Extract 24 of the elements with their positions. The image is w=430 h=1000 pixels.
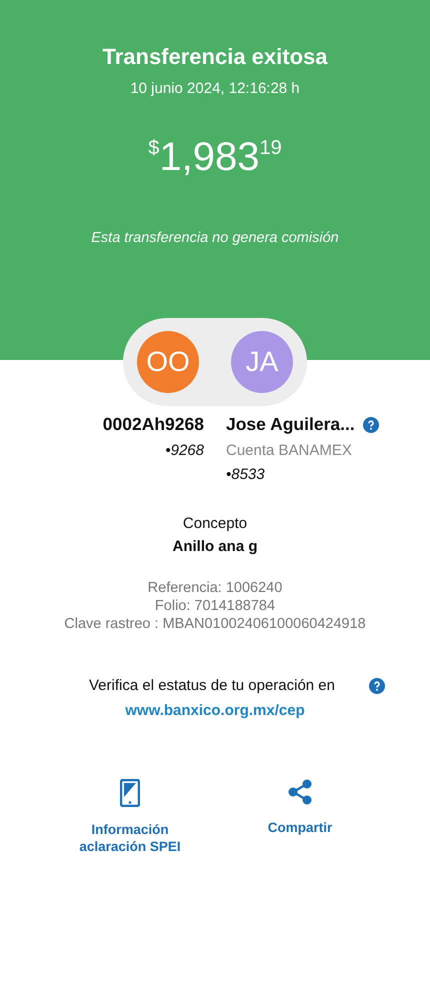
avatar: OO [137, 331, 199, 393]
account-name: Jose Aguilera... [226, 414, 355, 435]
detail-text: Folio: 7014188784 [154, 597, 276, 615]
concept-value: Anillo ana g [171, 538, 258, 555]
banxico-link[interactable]: www.banxico.org.mx/cep [125, 702, 305, 719]
amount-text: $^{$}$1,983$^{19}$ [148, 135, 282, 180]
phone-icon [120, 779, 140, 807]
account-number: •9268 [165, 442, 204, 459]
fee-note: Esta transferencia no genera comisión [91, 230, 339, 246]
action-button[interactable]: Compartir [235, 779, 365, 855]
bank-name: Cuenta BANAMEX [226, 442, 352, 459]
avatar: JA [231, 331, 293, 393]
detail-text: Referencia: 1006240 [146, 579, 284, 597]
date-text: 10 junio 2024, 12:16:28 h [130, 80, 300, 97]
share-icon [287, 779, 313, 805]
account-name: 0002Ah9268 [102, 414, 204, 435]
action-button[interactable]: Información aclaración SPEI [65, 779, 195, 855]
verify-text: Verifica el estatus de tu operación en [89, 677, 335, 694]
detail-text: Clave rastreo : MBAN01002406100060424918 [63, 615, 367, 633]
help-icon[interactable] [369, 678, 385, 694]
concept-label: Concepto [182, 515, 248, 532]
account-number: •8533 [226, 466, 265, 483]
help-icon[interactable] [362, 416, 379, 432]
screen-title: Transferencia exitosa [102, 44, 328, 70]
